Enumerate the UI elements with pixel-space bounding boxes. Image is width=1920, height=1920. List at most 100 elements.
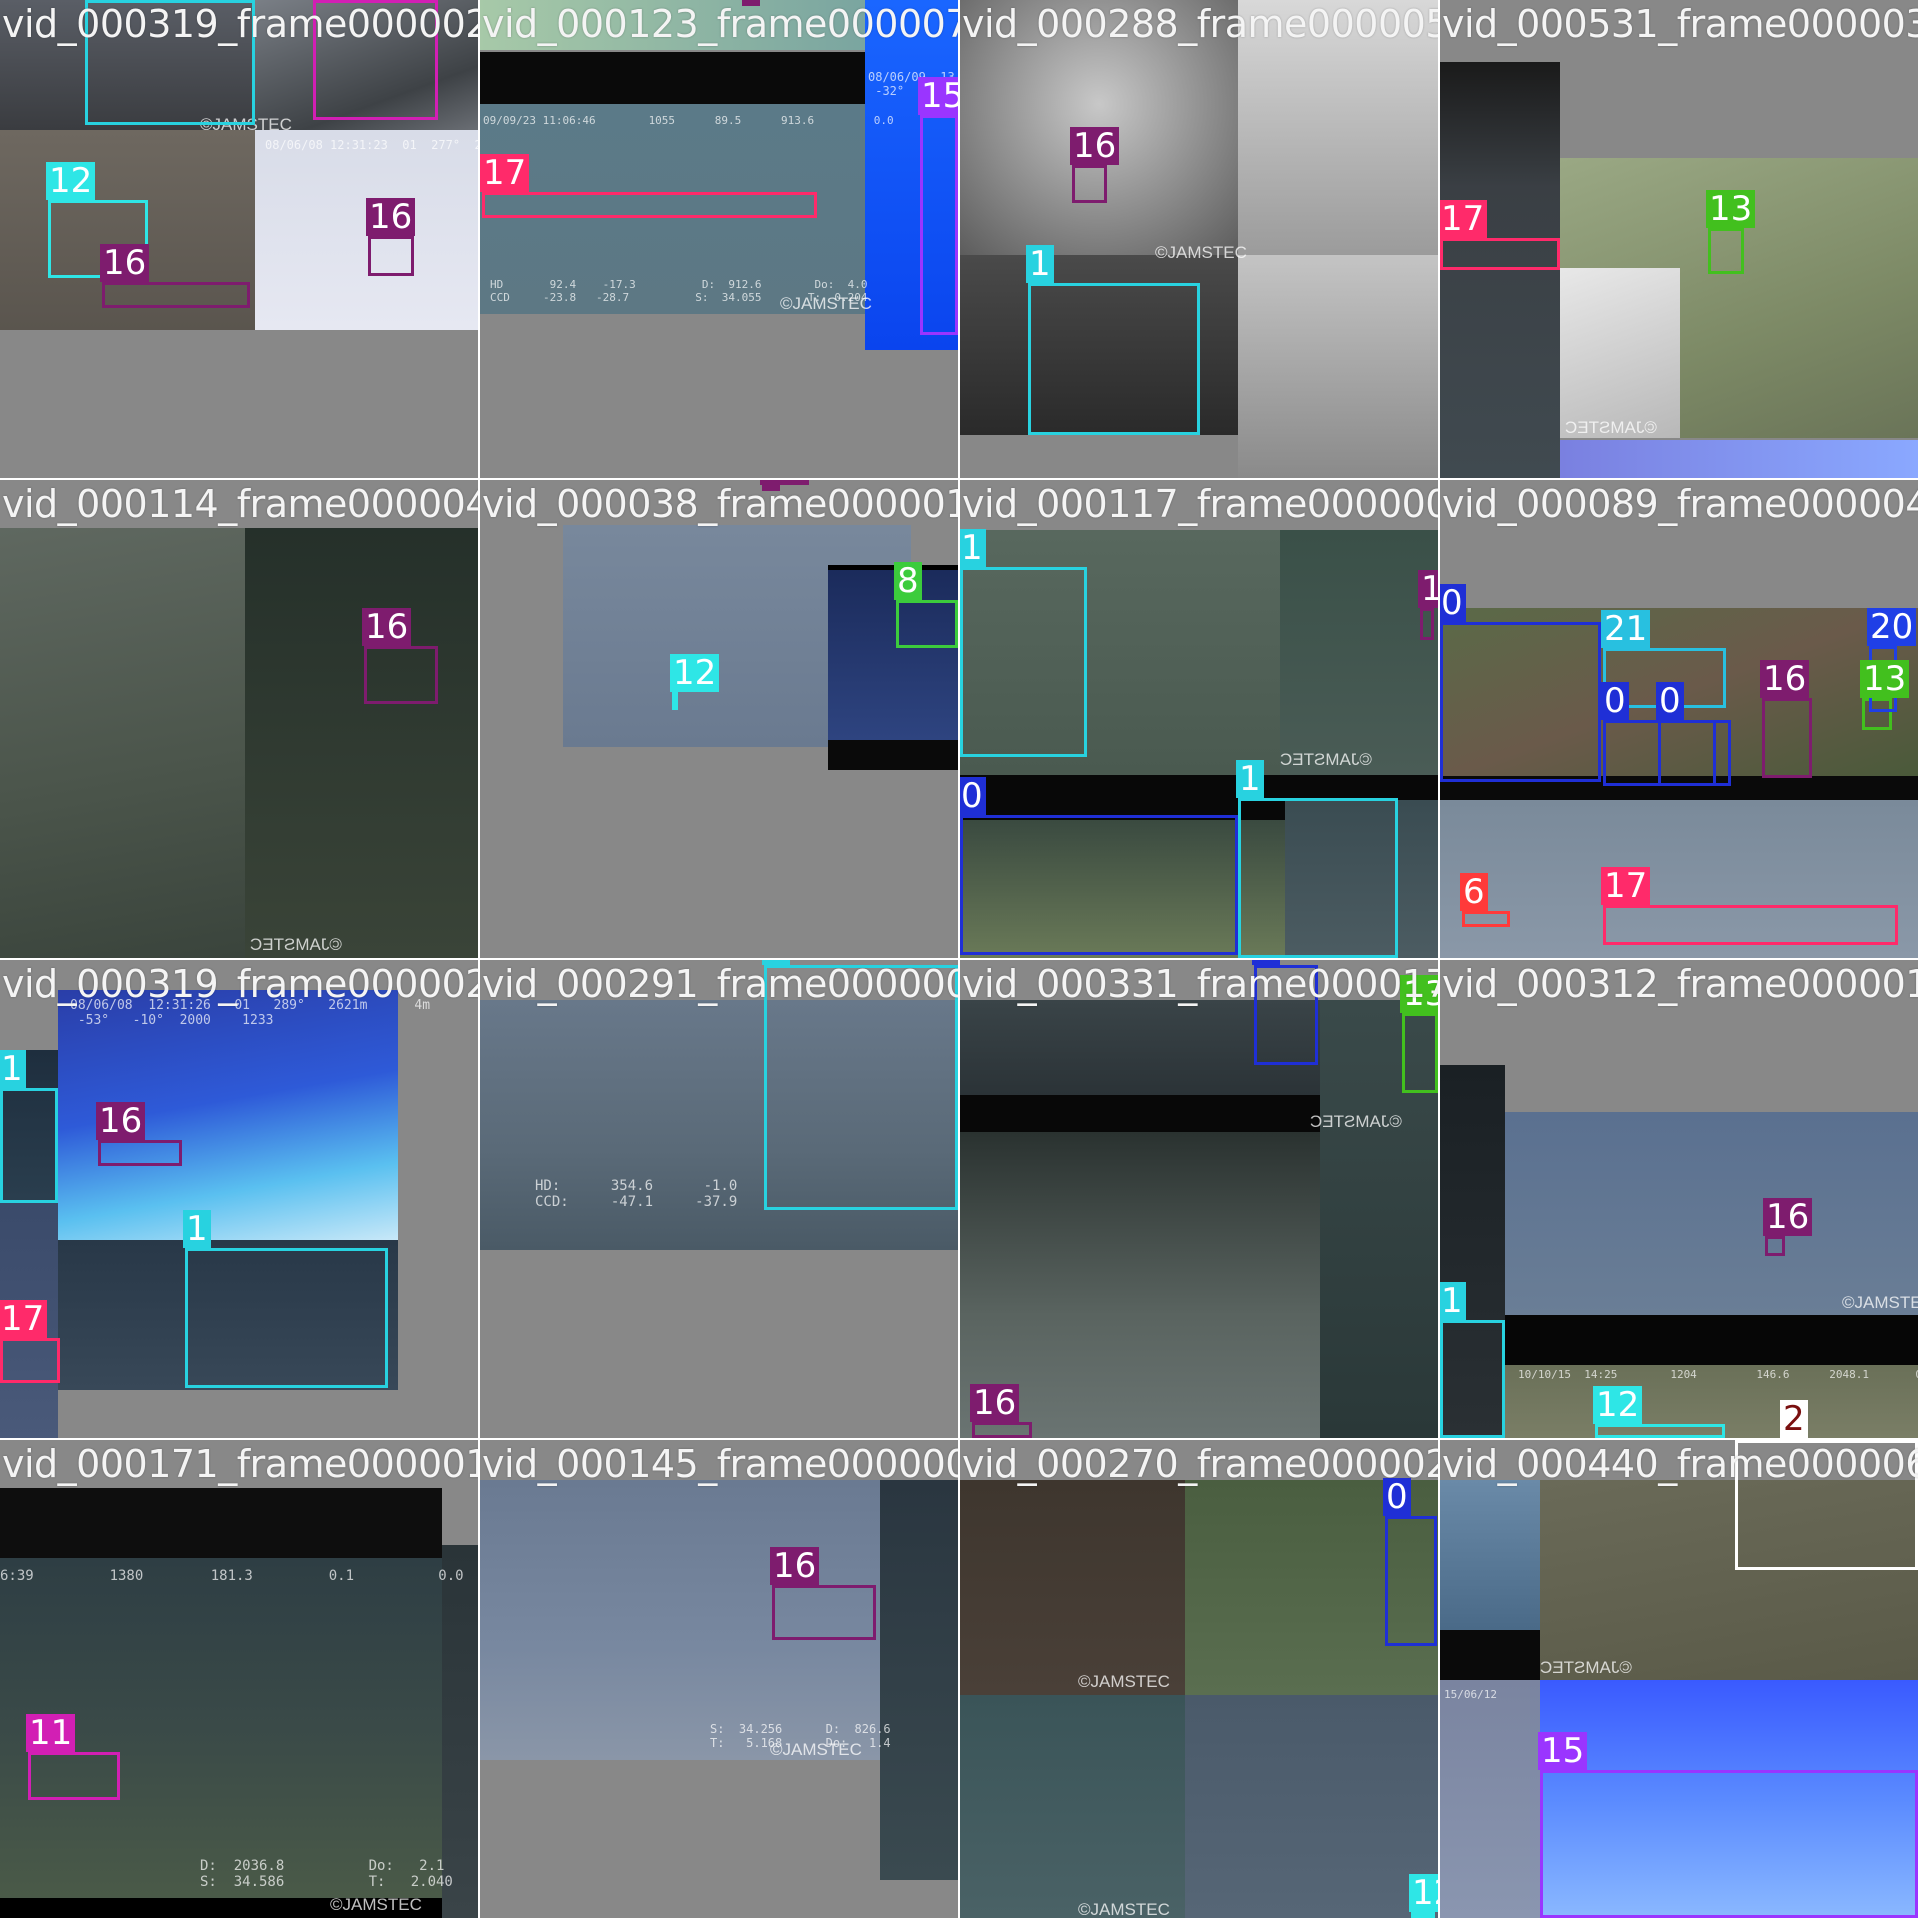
detection-label-class-17: 17: [1601, 867, 1651, 905]
detection-label-class-11: 11: [26, 1714, 76, 1752]
overlay-readout: 09/09/23 11:06:46 1055 89.5 913.6 0.0: [483, 114, 894, 127]
detection-box-class-16: [1762, 698, 1812, 778]
detection-box-class-0: [1385, 1516, 1437, 1646]
mosaic-tile: vid_000114_frame0000049.jpg ©JAMSTEC 16: [0, 480, 478, 958]
detection-box-class-15: [1540, 1770, 1918, 1918]
overlay-readout: 10/10/15 14:25 1204 146.6 2048.1 0.0: [1518, 1368, 1918, 1381]
detection-box-class-1: [960, 567, 1087, 757]
detection-label-class-15: 15: [1538, 1732, 1588, 1770]
tile-filename: vid_000038_frame0000015.jpg: [482, 482, 958, 526]
detection-box-class-0: [1440, 622, 1601, 782]
detection-label-class-1: 1: [1026, 245, 1054, 283]
detection-box-class-17: [0, 1338, 60, 1383]
detection-label-class-0: 0: [960, 777, 986, 815]
detection-box-class-0: [960, 815, 1238, 955]
tile-filename: vid_000288_frame0000052.jpg: [962, 2, 1438, 46]
jamstec-watermark: ©JAMSTEC: [770, 1740, 862, 1759]
detection-label-class-17: 17: [1440, 200, 1488, 238]
jamstec-watermark: ©JAMSTEC: [1565, 418, 1657, 437]
detection-label-class-1: 1: [960, 529, 986, 567]
video-frame: [1440, 1630, 1540, 1680]
detection-label-class-16: 16: [362, 608, 412, 646]
overlay-readout: D: 2036.8 Do: 2.1 S: 34.586 T: 2.040: [200, 1858, 453, 1890]
video-frame: [1440, 1680, 1540, 1918]
overlay-readout: 6:39 1380 181.3 0.1 0.0: [0, 1568, 464, 1584]
detection-label-class-2: 2: [1780, 1400, 1808, 1438]
detection-label-class-16: 16: [1763, 1198, 1813, 1236]
detection-label-class-12: 12: [670, 654, 720, 692]
tile-filename: vid_000089_frame0000044.jpg: [1442, 482, 1918, 526]
detection-label-class-16: 16: [366, 198, 416, 236]
detection-box-class-16: [98, 1140, 182, 1166]
video-frame: [0, 528, 245, 958]
video-frame: [0, 1488, 442, 1558]
mosaic-tile: vid_000312_frame0000018.jpg 10/10/15 14:2…: [1440, 960, 1918, 1438]
detection-box-class-12: [672, 692, 678, 710]
detection-label-class-12: 12: [1409, 1874, 1438, 1912]
tile-filename: vid_000114_frame0000049.jpg: [2, 482, 478, 526]
detection-box-class-12: [1595, 1424, 1725, 1438]
mosaic-tile: vid_000117_frame0000009.jpg ©JAMSTEC 1 0 1 16: [960, 480, 1438, 958]
mosaic-tile: vid_000171_frame0000016.jpg 6:39 1380 181…: [0, 1440, 478, 1918]
jamstec-watermark: ©JAMSTEC: [1842, 1293, 1918, 1312]
detection-label-class-21: 21: [1601, 610, 1651, 648]
detection-box-class-16: [364, 646, 438, 704]
detection-label-class-16: 16: [100, 244, 150, 282]
video-frame: [960, 1695, 1185, 1918]
detection-box-class-11: [28, 1752, 120, 1800]
video-frame: [1505, 1315, 1918, 1365]
detection-label-class-0: 0: [1656, 682, 1684, 720]
video-frame: [1280, 530, 1438, 775]
video-frame: [960, 1480, 1185, 1695]
tile-filename: vid_000291_frame0000009.jpg: [482, 962, 958, 1006]
tile-filename: vid_000312_frame0000018.jpg: [1442, 962, 1918, 1006]
mosaic-canvas: vid_000319_frame0000023.jpg 08/06/08 12:3…: [0, 0, 1920, 1920]
jamstec-watermark: ©JAMSTEC: [330, 1895, 422, 1914]
mosaic-tile: vid_000288_frame0000052.jpg ©JAMSTEC 16 1: [960, 0, 1438, 478]
detection-box-class-16: [102, 282, 250, 308]
video-frame: [245, 528, 478, 958]
detection-box-class-1: [1238, 798, 1398, 958]
video-frame: [1440, 62, 1560, 478]
mosaic-tile: vid_000145_frame0000007.jpgS: 34.256 D: …: [480, 1440, 958, 1918]
tile-filename: vid_000440_frame0000060.jpg: [1442, 1442, 1918, 1486]
mosaic-tile: vid_000123_frame0000076.jpg 09/09/23 11:0…: [480, 0, 958, 478]
detection-box-class-16: [368, 236, 414, 276]
detection-label-class-1: 1: [183, 1210, 211, 1248]
mosaic-tile: vid_000089_frame0000044.jpg0210016132061…: [1440, 480, 1918, 958]
detection-box-class-16: [972, 1422, 1032, 1438]
detection-label-class-13: 13: [1860, 660, 1910, 698]
detection-box-class-1: [185, 1248, 388, 1388]
detection-box-class-1: [1028, 283, 1200, 435]
jamstec-watermark: ©JAMSTEC: [1280, 750, 1372, 769]
detection-box-class-17: [1603, 905, 1898, 945]
tile-filename: vid_000331_frame0000175.jpg: [962, 962, 1438, 1006]
detection-box-class-8: [896, 600, 958, 648]
detection-box-class-16: [772, 1585, 876, 1640]
detection-label-class-1: 1: [1440, 1282, 1466, 1320]
detection-label-class-16: 16: [1418, 570, 1438, 608]
detection-box-class-0: [1658, 720, 1731, 786]
detection-label-class-8: 8: [894, 562, 922, 600]
video-frame: [1440, 1480, 1540, 1630]
detection-box-class-15: [920, 115, 958, 335]
detection-label-class-1: 1: [1236, 760, 1264, 798]
detection-box-class-17: [482, 192, 817, 218]
detection-box-class-16: [1765, 1236, 1785, 1256]
jamstec-watermark: ©JAMSTEC: [1310, 1112, 1402, 1131]
detection-label-class-0: 0: [1601, 682, 1629, 720]
detection-label-class-17: 17: [480, 154, 530, 192]
tile-filename: vid_000117_frame0000009.jpg: [962, 482, 1438, 526]
overlay-readout: 15/06/12: [1444, 1688, 1497, 1701]
video-frame: [828, 565, 958, 570]
mosaic-tile: vid_000440_frame0000060.jpg 15/06/12 ©JAMS…: [1440, 1440, 1918, 1918]
tile-filename: vid_000171_frame0000016.jpg: [2, 1442, 478, 1486]
tile-filename: vid_000123_frame0000076.jpg: [482, 2, 958, 46]
jamstec-watermark: ©JAMSTEC: [780, 294, 872, 313]
detection-label-class-16: 16: [970, 1384, 1020, 1422]
video-frame: [1560, 440, 1918, 478]
tile-filename: vid_000531_frame0000033.jpg: [1442, 2, 1918, 46]
jamstec-watermark: ©JAMSTEC: [250, 935, 342, 954]
video-frame: [1185, 1695, 1438, 1918]
detection-box-class-13: [1402, 1013, 1438, 1093]
